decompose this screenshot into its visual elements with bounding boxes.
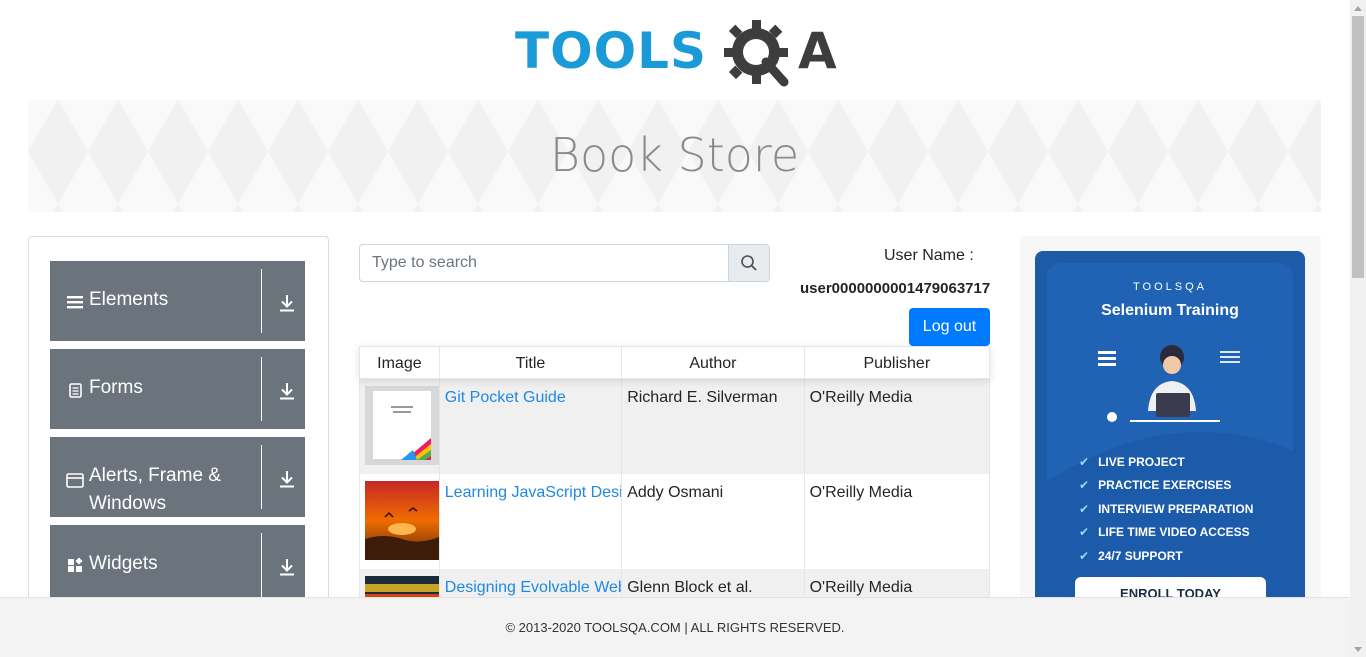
nav-group-label: Elements [89, 289, 169, 310]
person-at-laptop-illustration [1098, 345, 1240, 422]
logo-text-suffix: A [798, 22, 837, 80]
ad-feature-label: 24/7 SUPPORT [1098, 548, 1183, 563]
table-row: Learning JavaScript Design Patterns Addy… [359, 474, 990, 569]
book-title-cell: Learning JavaScript Design Patterns [440, 474, 623, 569]
left-sidebar: Elements Forms Alerts, Frame & Windows W… [28, 236, 329, 616]
ad-feature-item: ✔ INTERVIEW PREPARATION [1079, 497, 1253, 521]
scroll-down-arrow-icon[interactable] [1350, 641, 1366, 657]
logo-text: TOOLS [515, 22, 707, 80]
nav-group-widgets[interactable]: Widgets [50, 525, 305, 605]
page-title: Book Store [549, 128, 800, 182]
book-title-link[interactable]: Learning JavaScript Design Patterns [445, 484, 621, 501]
ad-feature-label: PRACTICE EXERCISES [1098, 478, 1232, 493]
nav-group-alerts-frame-windows[interactable]: Alerts, Frame & Windows [50, 437, 305, 517]
toolsqa-logo[interactable]: TOOLS A [515, 18, 837, 90]
check-icon: ✔ [1079, 454, 1090, 469]
nav-group-label: Forms [89, 377, 143, 398]
nav-group-forms[interactable]: Forms [50, 349, 305, 429]
table-row: Git Pocket Guide Richard E. Silverman O'… [359, 379, 990, 474]
nav-group-label: Alerts, Frame & Windows [89, 465, 221, 514]
vertical-scrollbar[interactable] [1350, 0, 1366, 657]
download-arrow-icon[interactable] [278, 293, 296, 313]
ad-feature-label: INTERVIEW PREPARATION [1098, 501, 1254, 516]
ad-feature-label: LIVE PROJECT [1098, 454, 1185, 469]
column-header-publisher[interactable]: Publisher [805, 347, 989, 378]
check-icon: ✔ [1079, 548, 1090, 563]
book-author-cell: Richard E. Silverman [622, 379, 805, 474]
book-title-link[interactable]: Git Pocket Guide [445, 389, 566, 406]
logout-button[interactable]: Log out [909, 308, 990, 346]
divider [261, 269, 262, 333]
ad-feature-item: ✔ LIFE TIME VIDEO ACCESS [1079, 521, 1253, 545]
book-publisher-cell: O'Reilly Media [809, 389, 913, 406]
book-image-cell [360, 474, 440, 569]
book-cover-image [365, 386, 439, 465]
book-cover-image [365, 481, 439, 560]
ad-features-list: ✔ LIVE PROJECT ✔ PRACTICE EXERCISES ✔ INTER… [1079, 450, 1253, 568]
column-header-author[interactable]: Author [622, 347, 805, 378]
gear-magnifier-icon [724, 20, 789, 87]
divider [261, 533, 262, 597]
ad-feature-item: ✔ 24/7 SUPPORT [1079, 544, 1253, 568]
search-icon [741, 255, 757, 271]
search-box [359, 244, 770, 282]
ad-title: Selenium Training [1101, 302, 1239, 319]
download-arrow-icon[interactable] [278, 557, 296, 577]
column-header-title[interactable]: Title [440, 347, 623, 378]
download-arrow-icon[interactable] [278, 469, 296, 489]
book-publisher-cell: O'Reilly Media [809, 484, 913, 501]
book-author-cell: Addy Osmani [622, 474, 805, 569]
book-image-cell [360, 379, 440, 474]
user-name-value: user0000000001479063717 [800, 280, 991, 297]
ad-feature-label: LIFE TIME VIDEO ACCESS [1098, 525, 1250, 540]
download-arrow-icon[interactable] [278, 381, 296, 401]
copyright-text: © 2013-2020 TOOLSQA.COM | ALL RIGHTS RES… [505, 620, 845, 635]
window-icon [66, 473, 84, 488]
selenium-training-ad[interactable]: TOOLSQA Selenium Training ✔ LIVE PROJECT … [1035, 251, 1305, 611]
divider [261, 357, 262, 421]
ad-feature-item: ✔ LIVE PROJECT [1079, 450, 1253, 474]
user-name-label: User Name : [884, 247, 974, 264]
nav-group-label: Widgets [89, 553, 158, 574]
scrollbar-thumb[interactable] [1352, 16, 1364, 278]
page-banner: Book Store [28, 100, 1321, 212]
widgets-icon [68, 557, 83, 572]
book-title-link[interactable]: Designing Evolvable Web APIs with ASP.NE… [445, 579, 621, 596]
hamburger-icon [67, 296, 83, 309]
check-icon: ✔ [1079, 525, 1090, 540]
scroll-up-arrow-icon[interactable] [1350, 0, 1366, 16]
ad-feature-item: ✔ PRACTICE EXERCISES [1079, 474, 1253, 498]
document-icon [69, 383, 82, 398]
book-title-cell: Git Pocket Guide [440, 379, 623, 474]
search-button[interactable] [728, 245, 769, 281]
ad-brand: TOOLSQA [1133, 281, 1207, 293]
table-header-row: Image Title Author Publisher [359, 346, 990, 379]
divider [261, 445, 262, 509]
ad-container: TOOLSQA Selenium Training ✔ LIVE PROJECT … [1020, 236, 1321, 616]
check-icon: ✔ [1079, 478, 1090, 493]
search-input[interactable] [360, 245, 728, 281]
check-icon: ✔ [1079, 501, 1090, 516]
column-header-image[interactable]: Image [360, 347, 440, 378]
nav-group-elements[interactable]: Elements [50, 261, 305, 341]
page-footer: © 2013-2020 TOOLSQA.COM | ALL RIGHTS RES… [0, 597, 1350, 657]
